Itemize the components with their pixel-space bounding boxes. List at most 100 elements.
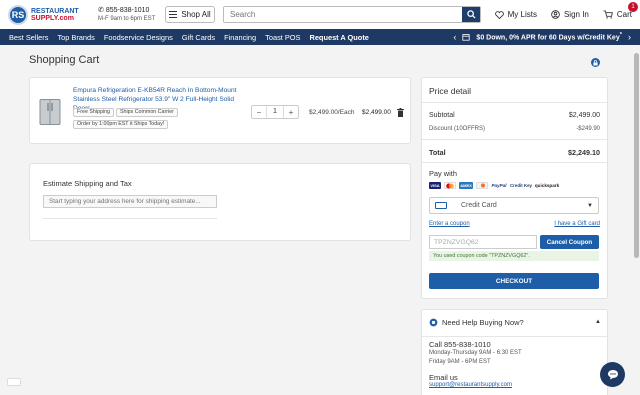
help-phone[interactable]: Call 855-838-1010 bbox=[429, 340, 491, 349]
nav-request-quote[interactable]: Request A Quote bbox=[309, 33, 368, 42]
promo-footnote-mark: * bbox=[619, 32, 622, 39]
phone-contact[interactable]: ✆ 855-838-1010 M-F 9am to 6pm EST bbox=[98, 6, 158, 24]
gift-card-link[interactable]: I have a Gift card bbox=[554, 221, 600, 227]
shop-all-button[interactable]: Shop All bbox=[165, 6, 215, 23]
search-bar bbox=[223, 6, 481, 23]
divider bbox=[422, 139, 607, 140]
line-total: $2,499.00 bbox=[362, 109, 391, 116]
help-hours-friday: Friday 9AM - 6PM EST bbox=[429, 359, 491, 365]
increase-quantity-button[interactable]: + bbox=[284, 108, 298, 117]
mastercard-icon bbox=[444, 182, 456, 189]
payment-icons: VISA AMEX PayPal Credit Key quickspark bbox=[429, 182, 559, 189]
chevron-down-icon: ▼ bbox=[587, 202, 593, 209]
email-us-label: Email us bbox=[429, 373, 458, 382]
quantity-value[interactable]: 1 bbox=[266, 106, 284, 118]
shipping-estimate-card: Estimate Shipping and Tax bbox=[29, 163, 411, 241]
page-title: Shopping Cart bbox=[29, 54, 100, 66]
payment-method-select[interactable]: Credit Card ▼ bbox=[429, 197, 599, 214]
chevron-up-icon[interactable]: ▲ bbox=[595, 319, 601, 325]
price-detail-title: Price detail bbox=[429, 86, 472, 96]
nav-financing[interactable]: Financing bbox=[224, 33, 256, 42]
shipping-address-input[interactable] bbox=[43, 195, 217, 208]
lifebuoy-icon bbox=[429, 318, 438, 327]
phone-number: 855-838-1010 bbox=[105, 6, 150, 14]
search-icon bbox=[466, 10, 476, 19]
chat-icon bbox=[607, 370, 618, 380]
main-nav: Best Sellers Top Brands Foodservice Desi… bbox=[0, 29, 640, 45]
coupon-success-message: You used coupon code "TPZNZVGQ62". bbox=[429, 251, 599, 261]
promo-banner[interactable]: ‹ $0 Down, 0% APR for 60 Days w/Credit K… bbox=[453, 32, 631, 42]
user-icon bbox=[551, 10, 560, 19]
nav-toast-pos[interactable]: Toast POS bbox=[265, 33, 300, 42]
sign-in-label: Sign In bbox=[563, 10, 589, 19]
checkout-button[interactable]: CHECKOUT bbox=[429, 273, 599, 289]
promo-text: $0 Down, 0% APR for 60 Days w/Credit Key bbox=[476, 34, 620, 42]
cart-count-badge: 1 bbox=[628, 2, 638, 12]
subtotal-value: $2,499.00 bbox=[568, 112, 600, 119]
search-input[interactable] bbox=[224, 7, 462, 22]
calendar-icon bbox=[462, 34, 471, 41]
cart-icon bbox=[603, 10, 613, 19]
shop-all-label: Shop All bbox=[181, 10, 211, 19]
nav-gift-cards[interactable]: Gift Cards bbox=[182, 33, 215, 42]
help-toggle[interactable]: Need Help Buying Now? bbox=[429, 318, 524, 327]
subtotal-row: Subtotal $2,499.00 bbox=[429, 112, 600, 119]
divider bbox=[422, 162, 607, 163]
price-detail-card: Price detail Subtotal $2,499.00 Discount… bbox=[421, 77, 608, 299]
cart-link[interactable]: Cart 1 bbox=[603, 2, 638, 19]
quickspark-icon: quickspark bbox=[534, 182, 560, 189]
coupon-input[interactable] bbox=[429, 235, 537, 249]
trash-icon[interactable] bbox=[397, 108, 404, 117]
discount-value: -$249.90 bbox=[576, 126, 600, 132]
amex-icon: AMEX bbox=[459, 182, 473, 189]
logo-text-line1: RESTAURANT bbox=[31, 7, 79, 15]
support-email-link[interactable]: support@restaurantsupply.com bbox=[429, 382, 512, 388]
divider bbox=[422, 336, 607, 337]
site-logo[interactable]: RS RESTAURANT SUPPLY.com bbox=[8, 4, 90, 25]
nav-top-brands[interactable]: Top Brands bbox=[57, 33, 94, 42]
divider bbox=[422, 102, 607, 103]
scrollbar-thumb[interactable] bbox=[634, 53, 639, 258]
discover-icon bbox=[476, 182, 488, 189]
help-title: Need Help Buying Now? bbox=[442, 318, 524, 327]
paypal-icon: PayPal bbox=[491, 182, 507, 189]
shipping-estimate-title: Estimate Shipping and Tax bbox=[43, 179, 132, 188]
logo-mark: RS bbox=[8, 4, 28, 25]
unit-price: $2,499.00/Each bbox=[309, 109, 355, 116]
site-header: RS RESTAURANT SUPPLY.com ✆ 855-838-1010 … bbox=[0, 0, 640, 29]
menu-icon bbox=[169, 9, 178, 20]
heart-icon bbox=[494, 10, 504, 19]
lock-icon bbox=[591, 58, 600, 67]
product-image[interactable] bbox=[39, 99, 61, 125]
free-shipping-tag: Free Shipping bbox=[73, 108, 114, 117]
my-lists-label: My Lists bbox=[507, 10, 537, 19]
phone-icon: ✆ bbox=[98, 6, 104, 14]
enter-coupon-link[interactable]: Enter a coupon bbox=[429, 221, 470, 227]
nav-best-sellers[interactable]: Best Sellers bbox=[9, 33, 48, 42]
quantity-stepper: − 1 + bbox=[251, 105, 299, 119]
total-value: $2,249.10 bbox=[568, 148, 600, 157]
discount-label: Discount (10OFFRS) bbox=[429, 126, 486, 132]
visa-icon: VISA bbox=[429, 182, 441, 189]
page-scrollbar[interactable] bbox=[633, 45, 640, 395]
chat-button[interactable] bbox=[600, 362, 625, 387]
decrease-quantity-button[interactable]: − bbox=[252, 108, 266, 117]
cancel-coupon-button[interactable]: Cancel Coupon bbox=[540, 235, 599, 249]
pay-with-label: Pay with bbox=[429, 169, 457, 178]
chevron-right-icon[interactable]: › bbox=[628, 32, 631, 42]
phone-hours: M-F 9am to 6pm EST bbox=[98, 15, 156, 22]
credit-card-icon bbox=[435, 202, 447, 209]
discount-row: Discount (10OFFRS) -$249.90 bbox=[429, 126, 600, 132]
my-lists-link[interactable]: My Lists bbox=[494, 10, 537, 19]
search-button[interactable] bbox=[462, 7, 480, 22]
logo-text-line2: SUPPLY.com bbox=[31, 14, 74, 22]
nav-foodservice-designs[interactable]: Foodservice Designs bbox=[104, 33, 173, 42]
chevron-left-icon[interactable]: ‹ bbox=[453, 32, 456, 42]
sign-in-link[interactable]: Sign In bbox=[551, 10, 589, 19]
subtotal-label: Subtotal bbox=[429, 112, 455, 119]
total-row: Total $2,249.10 bbox=[429, 148, 600, 157]
cart-item-card: Empura Refrigeration E-KB54R Reach In Bo… bbox=[29, 77, 411, 144]
accessibility-toggle[interactable] bbox=[7, 378, 21, 386]
ships-today-tag: Order by 1:00pm EST it Ships Today! bbox=[73, 120, 169, 129]
ships-common-carrier-tag: Ships Common Carrier bbox=[116, 108, 178, 117]
